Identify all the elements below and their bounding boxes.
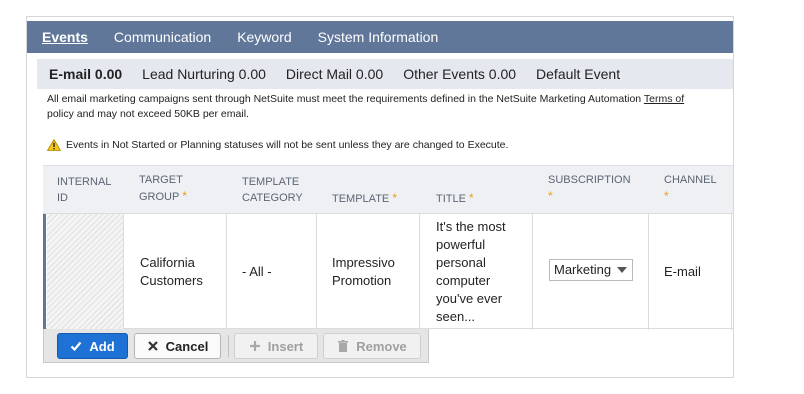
tab-keyword[interactable]: Keyword: [237, 29, 291, 45]
tab-communication[interactable]: Communication: [114, 29, 211, 45]
warning-text: Events in Not Started or Planning status…: [66, 139, 509, 151]
subtab-other-events[interactable]: Other Events 0.00: [403, 66, 516, 82]
col-channel: CHANNEL *: [664, 174, 717, 203]
channel-cell[interactable]: E-mail: [664, 263, 701, 281]
warning-icon: [47, 139, 61, 151]
subtab-email[interactable]: E-mail 0.00: [49, 66, 122, 82]
insert-button-label: Insert: [267, 338, 304, 354]
required-mark: *: [548, 189, 553, 203]
col-title: TITLE *: [436, 191, 474, 205]
main-tab-bar: Events Communication Keyword System Info…: [27, 21, 733, 53]
table-header: INTERNAL ID TARGET GROUP * TEMPLATE CATEGOR…: [43, 165, 733, 213]
add-button[interactable]: Add: [57, 333, 128, 359]
tab-events-label: Events: [42, 29, 88, 45]
template-cell[interactable]: Impressivo Promotion: [332, 254, 395, 290]
col-subscription: SUBSCRIPTION *: [548, 174, 631, 203]
tab-events[interactable]: Events: [42, 29, 88, 45]
email-policy-notice: All email marketing campaigns sent throu…: [47, 92, 733, 122]
subtab-default-event[interactable]: Default Event: [536, 66, 620, 82]
required-mark: *: [182, 189, 187, 203]
insert-button[interactable]: Insert: [234, 333, 318, 359]
title-cell[interactable]: It's the most powerful personal computer…: [436, 218, 506, 326]
subscription-select[interactable]: Marketing: [549, 259, 633, 281]
col-template: TEMPLATE *: [332, 191, 397, 205]
subtab-direct-mail[interactable]: Direct Mail 0.00: [286, 66, 383, 82]
notice-text: All email marketing campaigns sent throu…: [47, 93, 644, 105]
required-mark: *: [469, 191, 474, 205]
button-divider: [228, 335, 229, 357]
cancel-button-label: Cancel: [165, 338, 209, 354]
remove-button[interactable]: Remove: [323, 333, 421, 359]
template-category-cell[interactable]: - All -: [242, 263, 272, 281]
sub-tab-bar: E-mail 0.00 Lead Nurturing 0.00 Direct M…: [37, 59, 733, 89]
row-button-bar: Add Cancel Insert Remove: [43, 329, 429, 363]
required-mark: *: [664, 189, 669, 203]
plus-icon: [249, 341, 260, 351]
close-icon: [147, 341, 158, 351]
remove-button-label: Remove: [356, 338, 407, 354]
subtab-lead-nurturing[interactable]: Lead Nurturing 0.00: [142, 66, 266, 82]
events-panel: Events Communication Keyword System Info…: [26, 16, 734, 378]
add-button-label: Add: [89, 338, 115, 354]
warning-message: Events in Not Started or Planning status…: [47, 139, 508, 151]
col-template-category: TEMPLATE CATEGORY: [242, 176, 303, 204]
col-internal-id: INTERNAL ID: [57, 176, 112, 204]
col-target-group: TARGET GROUP *: [139, 174, 187, 203]
chevron-down-icon: [617, 267, 627, 273]
table-row[interactable]: California Customers - All - Impressivo Pr…: [43, 213, 733, 330]
cancel-button[interactable]: Cancel: [134, 333, 221, 359]
notice-text-2: policy and may not exceed 50KB per email…: [47, 108, 249, 120]
tab-system-information[interactable]: System Information: [318, 29, 439, 45]
check-icon: [71, 341, 82, 352]
required-mark: *: [392, 191, 397, 205]
row-selection-bar: [43, 214, 46, 330]
target-group-cell[interactable]: California Customers: [140, 254, 203, 290]
subscription-value: Marketing: [554, 262, 612, 277]
trash-icon: [338, 340, 349, 352]
terms-link[interactable]: Terms of: [644, 93, 684, 105]
internal-id-cell: [47, 214, 123, 330]
